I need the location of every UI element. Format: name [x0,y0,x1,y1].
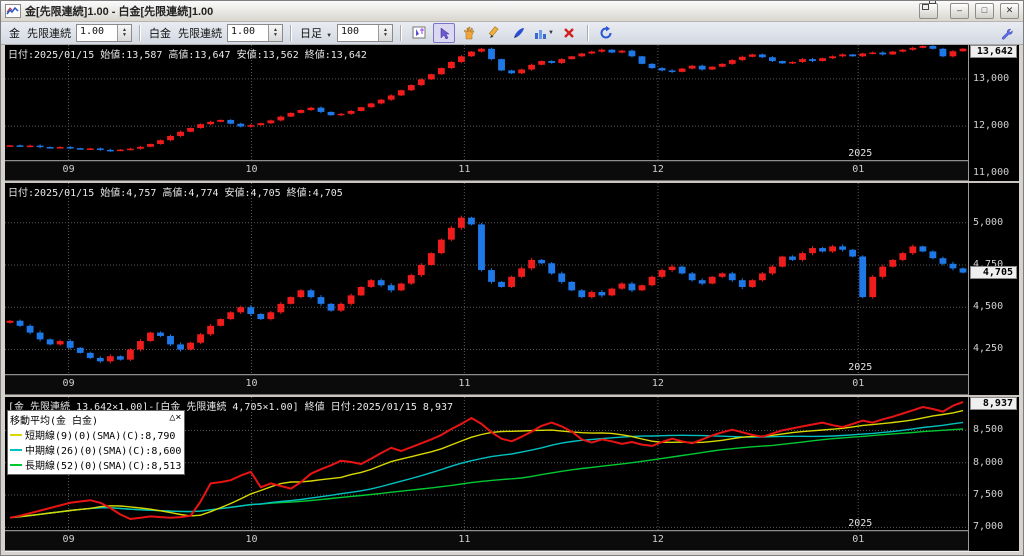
price-axis-label: 7,000 [973,521,1004,533]
price-axis-label: 4,500 [973,301,1004,313]
crosshair-tracker-icon[interactable] [408,23,430,43]
price-axis-label: 8,000 [973,456,1004,468]
platinum-chart-panel: 日付:2025/01/15 始値:4,757 高値:4,774 安値:4,705… [5,183,1019,397]
spread-price-axis[interactable]: 8,500 8,000 7,500 7,000 8,937 [969,397,1019,551]
price-axis-label: 11,000 [973,167,1010,179]
time-axis-label: 12 [651,534,664,545]
minimize-button[interactable]: – [950,3,969,19]
platinum-label: 白金 [149,28,171,40]
toolbar-separator [587,25,589,41]
close-button[interactable]: ✕ [1000,3,1019,19]
time-axis-label: 01 [852,378,865,389]
bar-chart-type-icon[interactable]: ▼ [533,23,555,43]
mid-ma-swatch [10,448,22,451]
time-axis-label: 12 [651,164,664,175]
gold-series-label: 先限連続 [27,28,71,40]
current-price-tag: 4,705 [970,265,1017,279]
app-chart-icon [5,4,21,18]
gold-ratio-spin-buttons[interactable]: ▲ ▼ [117,25,131,41]
time-axis-label: 11 [458,164,471,175]
gold-ratio-spinner[interactable]: 1.00 ▲ ▼ [76,24,132,42]
settings-wrench-icon[interactable] [995,23,1017,43]
time-axis-label: 01 [852,534,865,545]
long-ma-swatch [10,463,22,466]
legend-controls[interactable]: △× [169,412,181,427]
time-axis-label: 01 [852,164,865,175]
time-axis-label: 09 [62,378,75,389]
legend-mid-ma: 中期線(26)(0)(SMA)(C):8,600 [10,442,181,457]
refresh-icon[interactable] [595,23,617,43]
bar-count-spinner[interactable]: 100 ▲ ▼ [337,24,394,42]
spread-chart-panel: [金 先限連続 13,642×1.00]-[白金 先限連続 4,705×1.00… [5,397,1019,551]
legend-long-ma: 長期線(52)(0)(SMA)(C):8,513 [10,457,181,472]
time-axis-label: 11 [458,378,471,389]
pen-trend-icon[interactable] [508,23,530,43]
hand-pan-icon[interactable] [458,23,480,43]
platinum-time-axis[interactable]: 09 10 11 12 01 [5,374,968,395]
platinum-price-axis[interactable]: 5,000 4,750 4,500 4,250 4,705 [969,183,1019,395]
gold-price-axis[interactable]: 13,000 12,000 11,000 13,642 [969,45,1019,181]
gold-label: 金 [9,28,20,40]
price-axis-label: 12,000 [973,120,1010,132]
chevron-down-icon: ▼ [548,30,554,36]
toolbar-separator [290,25,291,41]
titlebar: 金[先限連続]1.00 - 白金[先限連続]1.00 – □ ✕ [1,1,1023,22]
platinum-svg [5,183,968,374]
year-label: 2025 [848,148,873,159]
gold-chart-panel: 日付:2025/01/15 始値:13,587 高値:13,647 安値:13,… [5,45,1019,183]
window-bottom-edge [5,551,1019,555]
price-axis-label: 8,500 [973,424,1004,436]
short-ma-swatch [10,433,22,436]
price-axis-label: 5,000 [973,216,1004,228]
platinum-series-label: 先限連続 [178,28,222,40]
price-axis-label: 7,500 [973,489,1004,501]
platinum-candlestick-chart[interactable]: 日付:2025/01/15 始値:4,757 高値:4,774 安値:4,705… [5,183,968,374]
time-axis-label: 09 [62,534,75,545]
spread-line-chart[interactable]: [金 先限連続 13,642×1.00]-[白金 先限連続 4,705×1.00… [5,397,968,530]
pencil-draw-icon[interactable] [483,23,505,43]
select-arrow-icon[interactable] [433,23,456,43]
window-title: 金[先限連続]1.00 - 白金[先限連続]1.00 [25,6,214,18]
toolbar-separator [139,25,140,41]
charts-container: 日付:2025/01/15 始値:13,587 高値:13,647 安値:13,… [5,45,1019,555]
time-axis-label: 09 [62,164,75,175]
current-price-tag: 13,642 [970,45,1017,58]
delete-drawing-icon[interactable] [558,23,580,43]
platinum-ratio-spin-buttons[interactable]: ▲ ▼ [268,25,282,41]
time-axis-label: 12 [651,378,664,389]
time-axis-label: 10 [245,534,258,545]
price-axis-label: 13,000 [973,72,1010,84]
cascade-windows-button[interactable] [919,3,938,19]
toolbar: 金 先限連続 1.00 ▲ ▼ 白金 先限連続 1.00 ▲ ▼ 日足 ▼ 100 … [1,22,1023,45]
spread-time-axis[interactable]: 09 10 11 12 01 [5,530,968,551]
platinum-ratio-spinner[interactable]: 1.00 ▲ ▼ [227,24,283,42]
time-axis-label: 10 [245,378,258,389]
platinum-ratio-value[interactable]: 1.00 [228,25,268,41]
moving-average-legend: 移動平均(金 白金) △× 短期線(9)(0)(SMA)(C):8,790 中期… [7,410,186,475]
year-label: 2025 [848,362,873,373]
price-axis-label: 4,250 [973,343,1004,355]
gold-ohlc-info: 日付:2025/01/15 始値:13,587 高値:13,647 安値:13,… [8,50,367,61]
gold-time-axis[interactable]: 09 10 11 12 01 [5,160,968,181]
period-dropdown[interactable]: 日足 ▼ [300,25,332,41]
current-price-tag: 8,937 [970,397,1017,410]
legend-short-ma: 短期線(9)(0)(SMA)(C):8,790 [10,427,181,442]
toolbar-separator [400,25,402,41]
legend-title: 移動平均(金 白金) [10,416,99,427]
bar-count-value[interactable]: 100 [338,25,378,41]
bar-count-spin-buttons[interactable]: ▲ ▼ [378,25,393,41]
maximize-button[interactable]: □ [975,3,994,19]
gold-svg [5,45,968,160]
chart-app-window: 金[先限連続]1.00 - 白金[先限連続]1.00 – □ ✕ 金 先限連続 … [0,0,1024,556]
gold-candlestick-chart[interactable]: 日付:2025/01/15 始値:13,587 高値:13,647 安値:13,… [5,45,968,160]
chevron-down-icon: ▼ [326,33,333,39]
time-axis-label: 10 [245,164,258,175]
gold-ratio-value[interactable]: 1.00 [77,25,117,41]
year-label: 2025 [848,518,873,529]
platinum-ohlc-info: 日付:2025/01/15 始値:4,757 高値:4,774 安値:4,705… [8,188,343,199]
time-axis-label: 11 [458,534,471,545]
